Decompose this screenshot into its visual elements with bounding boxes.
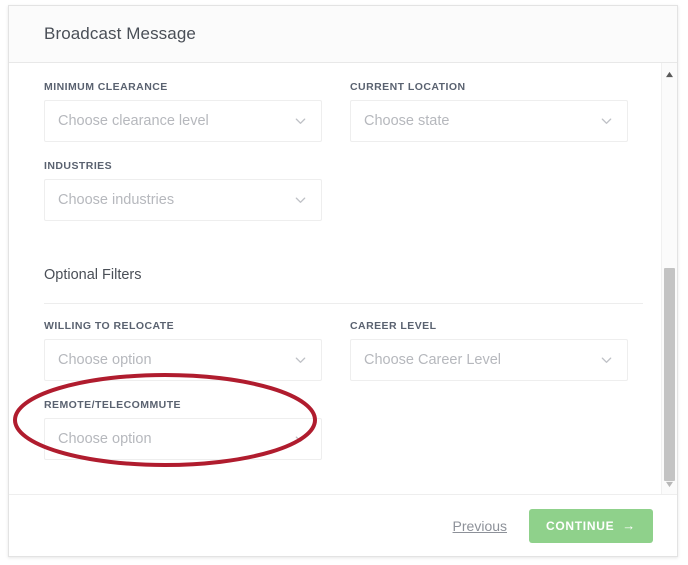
- select-industries[interactable]: Choose industries: [44, 179, 322, 221]
- label-willing-to-relocate: WILLING TO RELOCATE: [44, 320, 175, 332]
- placeholder-career-level: Choose Career Level: [364, 352, 502, 368]
- dialog-body: MINIMUM CLEARANCE Choose clearance level…: [9, 63, 677, 495]
- section-heading-optional-filters: Optional Filters: [44, 267, 142, 283]
- scroll-up-arrow-icon[interactable]: [662, 66, 677, 82]
- label-current-location: CURRENT LOCATION: [350, 81, 466, 93]
- chevron-down-icon: [600, 115, 613, 128]
- chevron-down-icon: [294, 433, 307, 446]
- placeholder-minimum-clearance: Choose clearance level: [58, 113, 209, 129]
- field-willing-to-relocate: WILLING TO RELOCATE Choose option: [44, 320, 322, 381]
- select-willing-to-relocate[interactable]: Choose option: [44, 339, 322, 381]
- dialog-footer: Previous CONTINUE →: [9, 494, 677, 556]
- optional-fields-row-1: WILLING TO RELOCATE Choose option CAREER…: [44, 320, 643, 399]
- vertical-scrollbar[interactable]: [661, 63, 677, 495]
- placeholder-current-location: Choose state: [364, 113, 450, 129]
- select-remote-telecommute[interactable]: Choose option: [44, 418, 322, 460]
- field-current-location: CURRENT LOCATION Choose state: [350, 81, 628, 142]
- section-divider: [44, 303, 643, 304]
- chevron-down-icon: [294, 115, 307, 128]
- required-fields-row-1: MINIMUM CLEARANCE Choose clearance level…: [44, 81, 643, 160]
- chevron-down-icon: [294, 354, 307, 367]
- select-current-location[interactable]: Choose state: [350, 100, 628, 142]
- label-minimum-clearance: MINIMUM CLEARANCE: [44, 81, 168, 93]
- select-career-level[interactable]: Choose Career Level: [350, 339, 628, 381]
- continue-button[interactable]: CONTINUE →: [529, 508, 653, 543]
- chevron-down-icon: [600, 354, 613, 367]
- label-remote-telecommute: REMOTE/TELECOMMUTE: [44, 399, 182, 411]
- field-spacer: [350, 160, 628, 221]
- scrollbar-thumb[interactable]: [664, 268, 675, 481]
- broadcast-message-dialog: Broadcast Message MINIMUM CLEARANCE Choo…: [8, 5, 678, 557]
- placeholder-industries: Choose industries: [58, 192, 175, 208]
- label-career-level: CAREER LEVEL: [350, 320, 437, 332]
- field-spacer-2: [350, 399, 628, 460]
- label-industries: INDUSTRIES: [44, 160, 113, 172]
- field-remote-telecommute: REMOTE/TELECOMMUTE Choose option: [44, 399, 322, 460]
- arrow-right-icon: →: [622, 518, 636, 533]
- continue-button-label: CONTINUE: [546, 518, 615, 533]
- chevron-down-icon: [294, 194, 307, 207]
- previous-link[interactable]: Previous: [453, 518, 507, 534]
- placeholder-willing-to-relocate: Choose option: [58, 352, 152, 368]
- scroll-down-arrow-icon[interactable]: [662, 476, 677, 492]
- placeholder-remote-telecommute: Choose option: [58, 431, 152, 447]
- select-minimum-clearance[interactable]: Choose clearance level: [44, 100, 322, 142]
- dialog-header: Broadcast Message: [9, 6, 677, 63]
- field-industries: INDUSTRIES Choose industries: [44, 160, 322, 221]
- page-title: Broadcast Message: [44, 24, 196, 43]
- field-career-level: CAREER LEVEL Choose Career Level: [350, 320, 628, 381]
- required-fields-row-2: INDUSTRIES Choose industries: [44, 160, 643, 239]
- optional-fields-row-2: REMOTE/TELECOMMUTE Choose option: [44, 399, 643, 478]
- field-minimum-clearance: MINIMUM CLEARANCE Choose clearance level: [44, 81, 322, 142]
